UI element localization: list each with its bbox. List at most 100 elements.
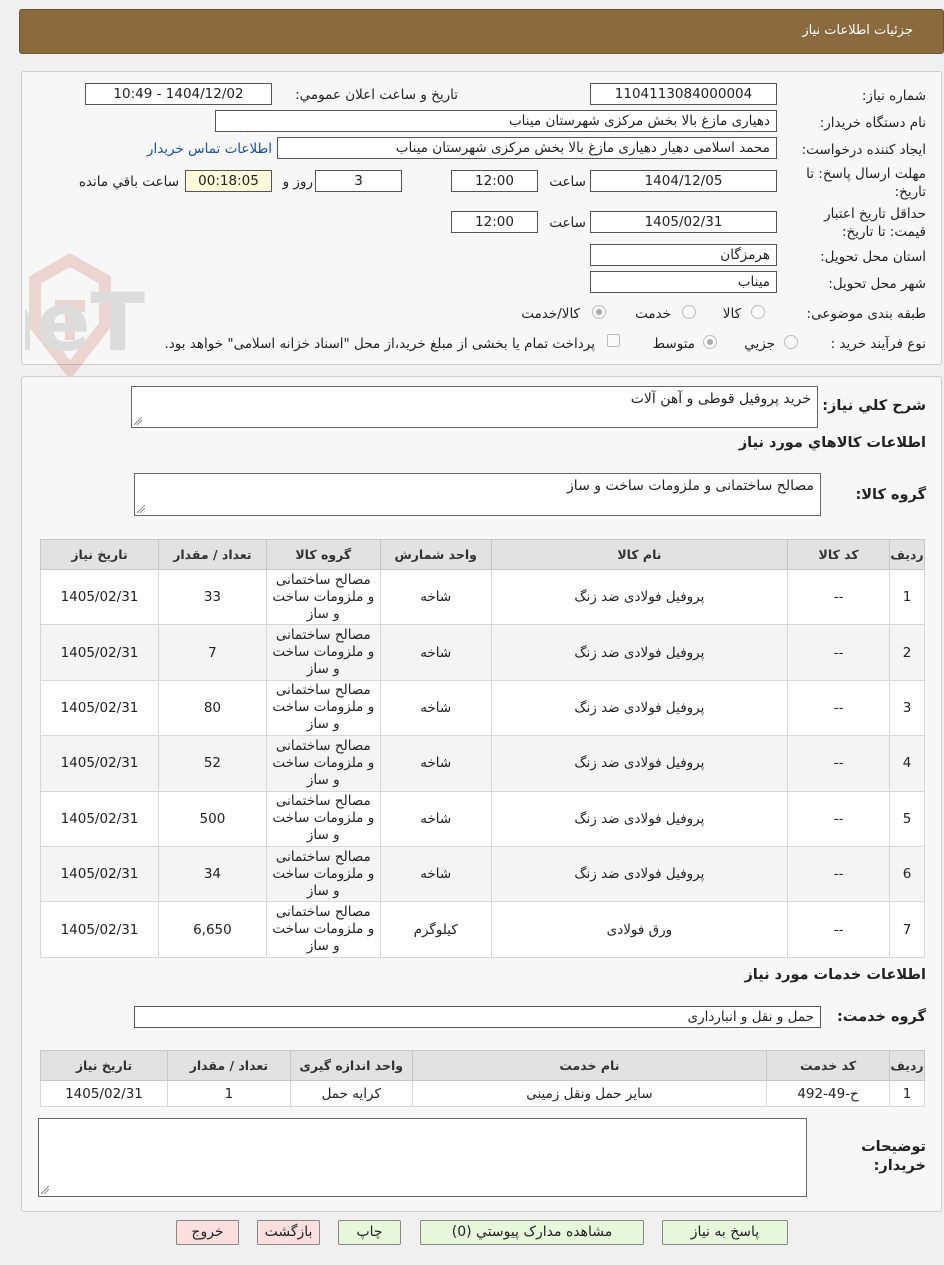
goods-cell-qty: 6,650	[157, 901, 267, 958]
requester-field: محمد اسلامی دهیار دهیاری مازغ بالا بخش م…	[277, 137, 777, 159]
goods-cell-name: پروفیل فولادی ضد زنگ	[490, 568, 789, 626]
table-row: 3 -- پروفیل فولادی ضد زنگ شاخه مصالح ساختمان…	[40, 679, 925, 737]
goods-col-name: نام کالا	[490, 539, 789, 570]
buyer-contact-link[interactable]: اطلاعات تماس خریدار	[147, 141, 272, 157]
category-label: طبقه بندی موضوعی:	[806, 306, 926, 322]
table-row: 6 -- پروفیل فولادی ضد زنگ شاخه مصالح ساختمان…	[40, 845, 925, 903]
goods-col-row: رديف	[889, 539, 925, 570]
goods-cell-group: مصالح ساختمانی و ملزومات ساخت و ساز	[265, 901, 381, 958]
page-header: جزئیات اطلاعات نیاز	[19, 9, 944, 54]
services-table: رديف کد خدمت نام خدمت واحد اندازه گيری ت…	[40, 1050, 925, 1107]
need-number-field: 1104113084000004	[590, 83, 777, 105]
description-label: شرح کلي نياز:	[822, 398, 926, 414]
description-field[interactable]: خرید پروفیل قوطی و آهن آلات	[131, 386, 818, 428]
reply-deadline-label: مهلت ارسال پاسخ: تا	[806, 166, 926, 182]
service-group-field: حمل و نقل و انبارداری	[134, 1006, 821, 1028]
goods-cell-name: پروفیل فولادی ضد زنگ	[490, 735, 789, 792]
services-cell-date: 1405/02/31	[40, 1080, 168, 1107]
goods-cell-unit: شاخه	[379, 624, 492, 681]
goods-cell-code: --	[787, 845, 891, 903]
process-label: نوع فرآیند خرید :	[830, 336, 926, 352]
goods-cell-group: مصالح ساختمانی و ملزومات ساخت و ساز	[265, 735, 381, 792]
goods-cell-date: 1405/02/31	[40, 679, 159, 737]
services-cell-code: ح-49-492	[766, 1080, 891, 1107]
table-row: 1 -- پروفیل فولادی ضد زنگ شاخه مصالح ساختمان…	[40, 568, 925, 626]
services-col-date: تاريخ نياز	[40, 1050, 168, 1081]
goods-cell-qty: 7	[157, 624, 267, 681]
goods-cell-qty: 80	[157, 679, 267, 737]
days-label: روز و	[282, 174, 313, 190]
goods-cell-unit: شاخه	[379, 679, 492, 737]
days-field: 3	[315, 170, 402, 192]
buyer-notes-field[interactable]	[38, 1118, 807, 1197]
payment-note: پرداخت تمام یا بخشی از مبلغ خرید،از محل …	[164, 336, 595, 352]
reply-time-field: 12:00	[451, 170, 538, 192]
process-radio-medium[interactable]	[703, 335, 717, 349]
remaining-time-label: ساعت باقي مانده	[78, 174, 179, 190]
page-title: جزئیات اطلاعات نیاز	[802, 23, 913, 38]
goods-col-unit: واحد شمارش	[379, 539, 492, 570]
goods-cell-date: 1405/02/31	[40, 735, 159, 792]
goods-col-date: تاريخ نياز	[40, 539, 159, 570]
goods-cell-name: پروفیل فولادی ضد زنگ	[490, 624, 789, 681]
services-col-name: نام خدمت	[411, 1050, 768, 1081]
goods-cell-date: 1405/02/31	[40, 901, 159, 958]
need-number-label: شماره نیاز:	[861, 88, 926, 104]
goods-cell-code: --	[787, 568, 891, 626]
goods-col-group: گروه کالا	[265, 539, 381, 570]
goods-cell-code: --	[787, 735, 891, 792]
buyer-org-label: نام دستگاه خريدار:	[819, 115, 926, 131]
table-row: 7 -- ورق فولادی کیلوگرم مصالح ساختمانی و ملز…	[40, 901, 925, 958]
goods-cell-unit: کیلوگرم	[379, 901, 492, 958]
print-button[interactable]: چاپ	[338, 1220, 401, 1245]
reply-button[interactable]: پاسخ به نیاز	[662, 1220, 788, 1245]
goods-cell-group: مصالح ساختمانی و ملزومات ساخت و ساز	[265, 679, 381, 737]
goods-cell-name: پروفیل فولادی ضد زنگ	[490, 679, 789, 737]
goods-cell-group: مصالح ساختمانی و ملزومات ساخت و ساز	[265, 568, 381, 626]
category-radio-goods[interactable]	[751, 305, 765, 319]
province-field: هرمزگان	[590, 244, 777, 266]
goods-cell-date: 1405/02/31	[40, 845, 159, 903]
services-col-row: رديف	[889, 1050, 925, 1081]
resize-handle-icon	[134, 417, 142, 425]
goods-table-header: رديف کد کالا نام کالا واحد شمارش گروه کا…	[40, 539, 925, 570]
category-option-service: خدمت	[635, 306, 671, 322]
goods-group-field[interactable]: مصالح ساختمانی و ملزومات ساخت و ساز	[134, 473, 821, 516]
category-radio-goods-service[interactable]	[592, 305, 606, 319]
services-cell-unit: کرایه حمل	[289, 1080, 413, 1107]
goods-cell-name: پروفیل فولادی ضد زنگ	[490, 845, 789, 903]
goods-cell-row: 4	[889, 735, 925, 792]
goods-cell-row: 1	[889, 568, 925, 626]
goods-cell-qty: 52	[157, 735, 267, 792]
services-table-header: رديف کد خدمت نام خدمت واحد اندازه گيری ت…	[40, 1050, 925, 1081]
goods-table: رديف کد کالا نام کالا واحد شمارش گروه کا…	[40, 539, 925, 958]
services-col-qty: تعداد / مقدار	[166, 1050, 291, 1081]
goods-cell-name: ورق فولادی	[490, 901, 789, 958]
goods-cell-group: مصالح ساختمانی و ملزومات ساخت و ساز	[265, 790, 381, 847]
goods-cell-row: 5	[889, 790, 925, 847]
goods-cell-name: پروفیل فولادی ضد زنگ	[490, 790, 789, 847]
goods-col-qty: تعداد / مقدار	[157, 539, 267, 570]
category-radio-service[interactable]	[682, 305, 696, 319]
goods-cell-group: مصالح ساختمانی و ملزومات ساخت و ساز	[265, 624, 381, 681]
goods-cell-code: --	[787, 624, 891, 681]
back-button[interactable]: بازگشت	[257, 1220, 320, 1245]
goods-cell-date: 1405/02/31	[40, 568, 159, 626]
price-valid-time-label: ساعت	[549, 215, 586, 231]
goods-cell-qty: 500	[157, 790, 267, 847]
category-option-goods-service: کالا/خدمت	[521, 306, 580, 322]
payment-checkbox[interactable]	[607, 334, 620, 347]
goods-group-text: مصالح ساختمانی و ملزومات ساخت و ساز	[567, 478, 814, 494]
buyer-notes-label: توضیحات	[861, 1139, 926, 1155]
exit-button[interactable]: خروج	[176, 1220, 239, 1245]
price-valid-time-field: 12:00	[451, 211, 538, 233]
table-row: 4 -- پروفیل فولادی ضد زنگ شاخه مصالح ساختمان…	[40, 735, 925, 792]
process-radio-minor[interactable]	[784, 335, 798, 349]
resize-handle-icon	[41, 1186, 49, 1194]
goods-cell-unit: شاخه	[379, 790, 492, 847]
announce-field: 1404/12/02 - 10:49	[85, 83, 272, 105]
goods-cell-row: 2	[889, 624, 925, 681]
announce-label: تاریخ و ساعت اعلان عمومي:	[295, 87, 458, 103]
attachments-button[interactable]: مشاهده مدارک پیوستي (0)	[420, 1220, 644, 1245]
goods-cell-code: --	[787, 901, 891, 958]
